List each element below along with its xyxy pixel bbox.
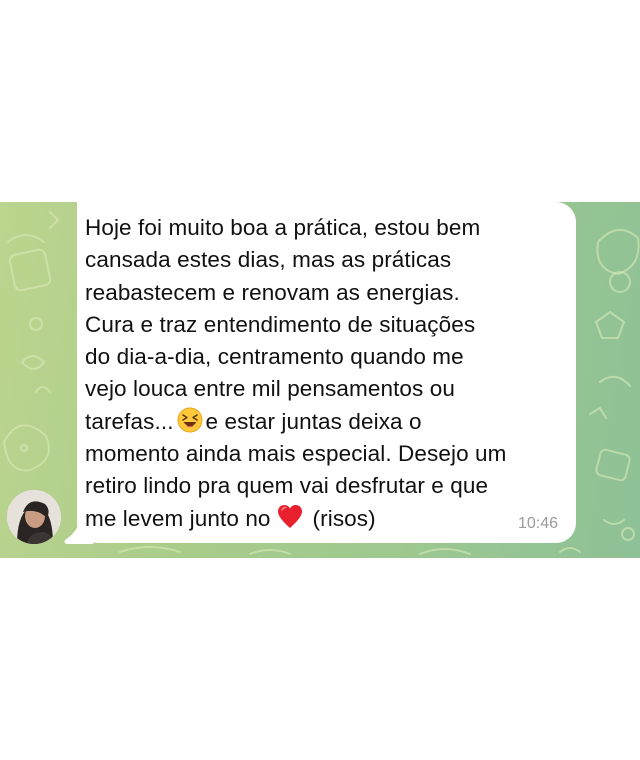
avatar-portrait-icon <box>7 490 61 544</box>
screenshot-page: Hoje foi muito boa a prática, estou bem … <box>0 0 640 760</box>
message-line: cansada estes dias, mas as práticas <box>85 247 452 273</box>
message-segment: tarefas... <box>85 408 174 434</box>
message-line: retiro lindo pra quem vai desfrutar e qu… <box>85 473 489 499</box>
message-line: momento ainda mais especial. Desejo um <box>85 441 507 467</box>
message-bubble[interactable]: Hoje foi muito boa a prática, estou bem … <box>77 202 576 543</box>
red-heart-icon <box>277 504 302 528</box>
laughing-squinting-face-icon <box>177 407 203 433</box>
message-line: me levem junto no (risos) <box>85 503 571 535</box>
message-line: vejo louca entre mil pensamentos ou <box>85 376 455 402</box>
message-line: Hoje foi muito boa a prática, estou bem <box>85 215 481 240</box>
message-text: Hoje foi muito boa a prática, estou bem … <box>85 212 571 535</box>
message-line: reabastecem e renovam as energias. <box>85 279 460 305</box>
message-line: Cura e traz entendimento de situações <box>85 311 476 337</box>
message-segment: e estar juntas deixa o <box>205 408 422 434</box>
message-line: tarefas... e estar juntas deixa o <box>85 406 571 438</box>
message-segment: (risos) <box>312 505 376 531</box>
message-segment: me levem junto no <box>85 505 271 531</box>
message-timestamp: 10:46 <box>517 515 558 532</box>
message-line: do dia-a-dia, centramento quando me <box>85 344 464 370</box>
avatar[interactable] <box>7 490 61 544</box>
